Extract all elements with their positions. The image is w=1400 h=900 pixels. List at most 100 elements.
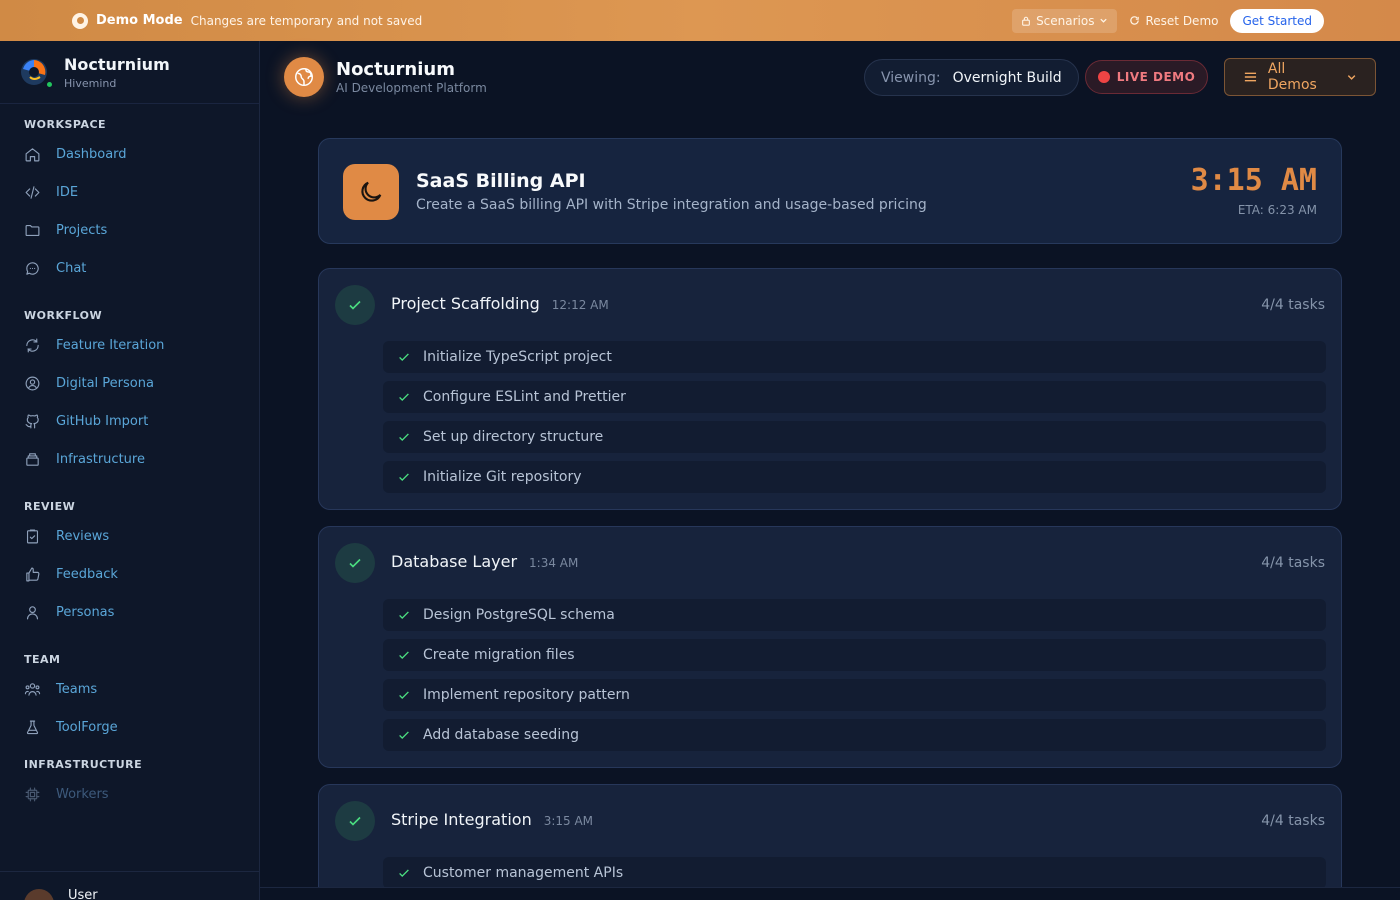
sidebar-item-infrastructure[interactable]: Infrastructure bbox=[24, 440, 235, 478]
check-icon bbox=[399, 353, 409, 362]
sidebar-item-label: Teams bbox=[56, 681, 98, 697]
nav-section-infrastructure: INFRASTRUCTURE Workers bbox=[0, 758, 259, 813]
sidebar-item-chat[interactable]: Chat bbox=[24, 249, 235, 287]
task-label: Create migration files bbox=[423, 647, 575, 663]
build-description: Create a SaaS billing API with Stripe in… bbox=[416, 197, 927, 213]
cpu-icon bbox=[25, 787, 40, 801]
phase-time: 1:34 AM bbox=[529, 556, 579, 570]
scenarios-button[interactable]: Scenarios bbox=[1012, 8, 1118, 33]
sidebar-item-personas[interactable]: Personas bbox=[24, 593, 235, 631]
chevron-down-icon bbox=[1347, 75, 1356, 80]
user-name: User bbox=[68, 888, 98, 900]
build-title: SaaS Billing API bbox=[416, 170, 586, 192]
section-title-review: REVIEW bbox=[24, 500, 76, 513]
phase-card-stripe-integration[interactable]: Stripe Integration 3:15 AM 4/4 tasks Cust… bbox=[318, 784, 1342, 887]
main-content: SaaS Billing API Create a SaaS billing A… bbox=[260, 113, 1400, 887]
task-item: Create migration files bbox=[383, 639, 1326, 671]
check-icon bbox=[399, 433, 409, 442]
phase-title: Database Layer 1:34 AM bbox=[391, 552, 578, 571]
viewing-indicator: Viewing: Overnight Build bbox=[864, 59, 1079, 96]
sidebar-item-projects[interactable]: Projects bbox=[24, 211, 235, 249]
sidebar-item-label: Reviews bbox=[56, 528, 110, 544]
code-icon bbox=[25, 185, 40, 199]
chat-bubble-icon bbox=[26, 261, 39, 275]
sidebar-item-teams[interactable]: Teams bbox=[24, 670, 235, 708]
database-stack-icon bbox=[26, 452, 39, 466]
app-subtitle: AI Development Platform bbox=[336, 81, 487, 95]
phase-card-database-layer[interactable]: Database Layer 1:34 AM 4/4 tasks Design P… bbox=[318, 526, 1342, 768]
check-icon bbox=[399, 473, 409, 482]
task-item: Initialize Git repository bbox=[383, 461, 1326, 493]
demo-indicator-icon bbox=[72, 12, 88, 29]
nav-section-workspace: WORKSPACE Dashboard IDE Projects Chat bbox=[0, 118, 259, 287]
sidebar-item-label: Projects bbox=[56, 222, 108, 238]
get-started-button[interactable]: Get Started bbox=[1230, 8, 1324, 33]
main-bottom-edge bbox=[260, 887, 1400, 900]
sidebar-item-label: IDE bbox=[56, 184, 79, 200]
reset-demo-button[interactable]: Reset Demo bbox=[1129, 14, 1218, 28]
section-title-team: TEAM bbox=[24, 653, 61, 666]
sidebar-item-label: Dashboard bbox=[56, 146, 127, 162]
task-label: Configure ESLint and Prettier bbox=[423, 389, 626, 405]
current-time: 3:15 AM bbox=[1190, 163, 1317, 198]
check-icon bbox=[399, 611, 409, 620]
sidebar-item-dashboard[interactable]: Dashboard bbox=[24, 135, 235, 173]
phase-title-text: Project Scaffolding bbox=[391, 294, 540, 313]
check-icon bbox=[399, 651, 409, 660]
viewing-value: Overnight Build bbox=[952, 69, 1062, 86]
task-list: Customer management APIs bbox=[383, 857, 1326, 887]
sidebar-item-label: Feedback bbox=[56, 566, 118, 582]
folder-icon bbox=[25, 224, 40, 236]
section-title-workspace: WORKSPACE bbox=[24, 118, 107, 131]
phase-title-text: Database Layer bbox=[391, 552, 518, 571]
phase-card-project-scaffolding[interactable]: Project Scaffolding 12:12 AM 4/4 tasks In… bbox=[318, 268, 1342, 510]
all-demos-label: All Demos bbox=[1267, 61, 1317, 93]
check-icon bbox=[399, 731, 409, 740]
demo-banner: Demo Mode Changes are temporary and not … bbox=[0, 0, 1400, 41]
phase-task-count: 4/4 tasks bbox=[1261, 297, 1325, 313]
task-item: Implement repository pattern bbox=[383, 679, 1326, 711]
nav-section-team: TEAM Teams ToolForge bbox=[0, 653, 259, 746]
sidebar-item-workers[interactable]: Workers bbox=[24, 775, 235, 813]
task-label: Customer management APIs bbox=[423, 865, 624, 881]
all-demos-button[interactable]: All Demos bbox=[1224, 58, 1376, 96]
lock-icon bbox=[1022, 16, 1030, 26]
sidebar-item-digital-persona[interactable]: Digital Persona bbox=[24, 364, 235, 402]
app-title: Nocturnium bbox=[336, 59, 455, 80]
thumbs-up-icon bbox=[26, 567, 40, 581]
task-item: Design PostgreSQL schema bbox=[383, 599, 1326, 631]
phase-title: Stripe Integration 3:15 AM bbox=[391, 810, 593, 829]
check-icon bbox=[399, 393, 409, 402]
check-circle-icon bbox=[335, 801, 375, 841]
flask-icon bbox=[26, 720, 39, 734]
brand[interactable]: Nocturnium Hivemind bbox=[0, 41, 259, 104]
github-icon bbox=[25, 414, 39, 428]
clipboard-check-icon bbox=[26, 529, 39, 543]
sidebar-item-feature-iteration[interactable]: Feature Iteration bbox=[24, 326, 235, 364]
user-profile[interactable]: User bbox=[0, 871, 259, 900]
phase-title-text: Stripe Integration bbox=[391, 810, 532, 829]
sidebar-item-reviews[interactable]: Reviews bbox=[24, 517, 235, 555]
sidebar-item-toolforge[interactable]: ToolForge bbox=[24, 708, 235, 746]
menu-icon bbox=[1244, 72, 1257, 82]
viewing-label: Viewing: bbox=[881, 69, 941, 86]
nav-section-review: REVIEW Reviews Feedback Personas bbox=[0, 500, 259, 631]
globe-icon bbox=[284, 57, 324, 97]
task-item: Set up directory structure bbox=[383, 421, 1326, 453]
task-item: Initialize TypeScript project bbox=[383, 341, 1326, 373]
scenarios-label: Scenarios bbox=[1036, 13, 1095, 28]
sidebar-item-github-import[interactable]: GitHub Import bbox=[24, 402, 235, 440]
user-circle-icon bbox=[25, 376, 40, 390]
task-label: Initialize TypeScript project bbox=[423, 349, 612, 365]
live-demo-badge: LIVE DEMO bbox=[1085, 60, 1208, 94]
chevron-down-icon bbox=[1100, 18, 1108, 23]
eta-time: ETA: 6:23 AM bbox=[1237, 203, 1317, 217]
sidebar-item-label: Infrastructure bbox=[56, 451, 145, 467]
recording-dot-icon bbox=[1097, 71, 1110, 83]
sidebar-item-label: GitHub Import bbox=[56, 413, 149, 429]
sidebar-item-ide[interactable]: IDE bbox=[24, 173, 235, 211]
user-icon bbox=[26, 605, 39, 619]
sidebar-item-feedback[interactable]: Feedback bbox=[24, 555, 235, 593]
task-label: Initialize Git repository bbox=[423, 469, 582, 485]
check-circle-icon bbox=[335, 543, 375, 583]
